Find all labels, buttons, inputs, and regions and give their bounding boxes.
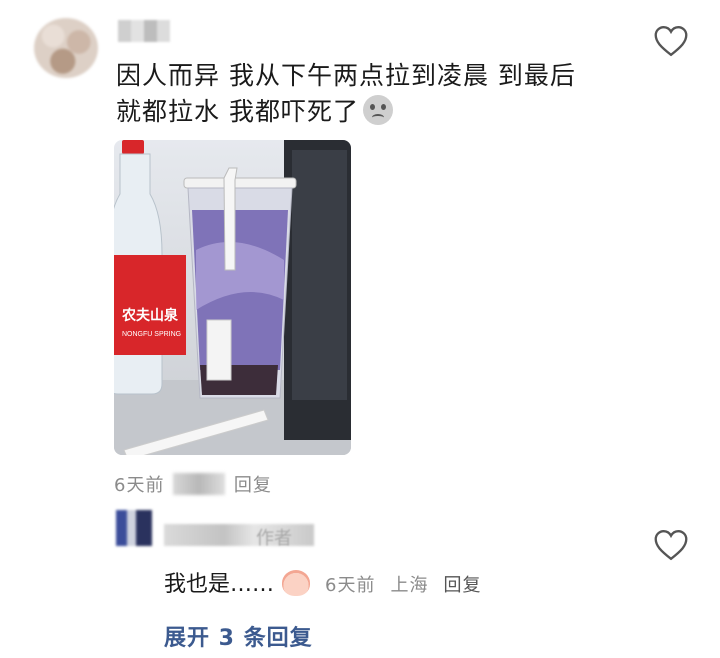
comment-line-1: 因人而异 我从下午两点拉到凌晨 到最后	[116, 61, 576, 90]
reply-location: 上海	[390, 575, 429, 596]
commenter-avatar[interactable]	[34, 18, 98, 78]
peach-face-icon	[282, 570, 311, 596]
reply-time: 6天前	[325, 575, 376, 596]
reply-row: 我也是…… 6天前 上海 回复	[164, 566, 481, 598]
commenter-name[interactable]	[118, 20, 170, 42]
sweat-face-icon	[362, 95, 393, 125]
comment-photo[interactable]: 农夫山泉 NONGFU SPRING	[114, 140, 351, 455]
author-badge: 作者	[256, 528, 292, 549]
comment-line-2: 就都拉水 我都吓死了	[116, 94, 636, 130]
reply-text: 我也是……	[164, 572, 275, 597]
comment-text: 因人而异 我从下午两点拉到凌晨 到最后 就都拉水 我都吓死了	[116, 58, 636, 130]
like-heart-icon[interactable]	[652, 22, 690, 60]
comment-line-2-text: 就都拉水 我都吓死了	[116, 97, 359, 126]
reply-like-heart-icon[interactable]	[652, 526, 690, 564]
photo-scene: 农夫山泉 NONGFU SPRING	[114, 140, 351, 455]
reply-reply-button[interactable]: 回复	[443, 575, 481, 596]
comment-time: 6天前	[114, 475, 165, 496]
comment-location	[173, 473, 226, 495]
expand-replies-link[interactable]: 展开 3 条回复	[164, 620, 313, 652]
comment-meta: 6天前 回复	[114, 471, 272, 497]
bottle-label-sub: NONGFU SPRING	[122, 331, 181, 338]
bottle-label-text: 农夫山泉	[121, 307, 179, 323]
comment-reply-button[interactable]: 回复	[234, 475, 272, 496]
reply-author-avatar[interactable]	[116, 510, 152, 546]
